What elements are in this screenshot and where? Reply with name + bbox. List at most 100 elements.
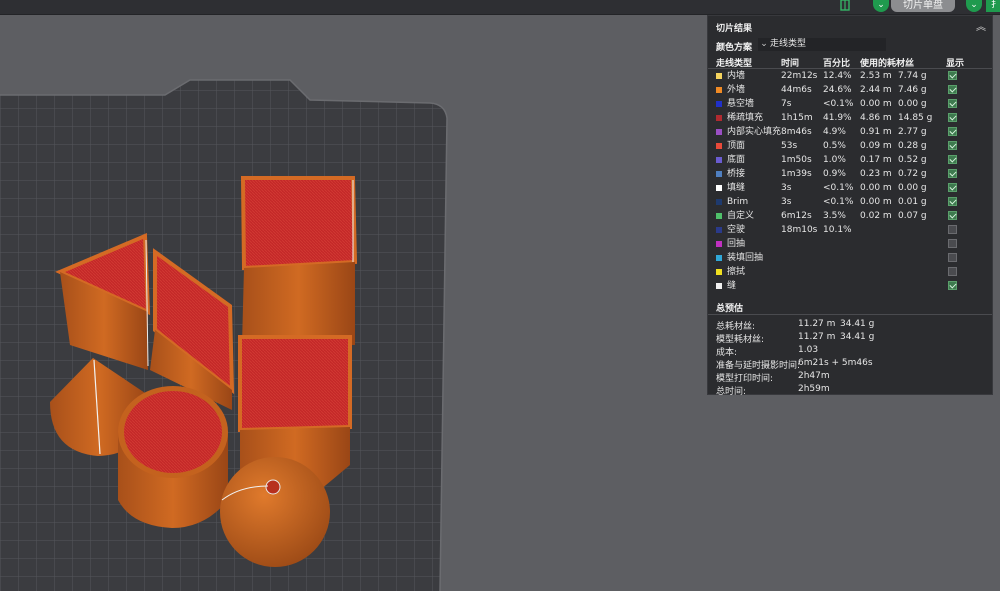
line-type-length: 0.23 m <box>860 169 892 179</box>
color-swatch <box>716 129 722 135</box>
line-type-weight: 14.85 g <box>898 113 933 123</box>
line-type-label: 悬空墙 <box>727 99 755 109</box>
line-type-label: 空驶 <box>727 225 746 235</box>
line-type-percent: 24.6% <box>823 85 852 95</box>
visibility-checkbox[interactable] <box>948 113 957 122</box>
line-type-percent: 0.9% <box>823 169 846 179</box>
color-swatch <box>716 255 722 261</box>
line-type-row: 空驶 18m10s 10.1% <box>708 224 992 238</box>
line-type-label: 外墙 <box>727 85 746 95</box>
line-type-time: 22m12s <box>781 71 818 81</box>
line-type-row: 缝 <box>708 280 992 294</box>
line-type-row: 装填回抽 <box>708 252 992 266</box>
color-swatch <box>716 199 722 205</box>
line-type-weight: 7.74 g <box>898 71 927 81</box>
header-divider <box>708 68 992 69</box>
color-swatch <box>716 241 722 247</box>
line-type-percent: 0.5% <box>823 141 846 151</box>
line-type-label: 自定义 <box>727 211 755 221</box>
chevron-down-icon: ⌄ <box>760 39 768 49</box>
color-swatch <box>716 213 722 219</box>
visibility-checkbox[interactable] <box>948 169 957 178</box>
line-type-percent: 41.9% <box>823 113 852 123</box>
line-type-row: Brim 3s <0.1% 0.00 m 0.01 g <box>708 196 992 210</box>
line-type-time: 44m6s <box>781 85 812 95</box>
layers-icon[interactable] <box>838 0 852 12</box>
visibility-checkbox[interactable] <box>948 253 957 262</box>
line-type-row: 回抽 <box>708 238 992 252</box>
line-type-weight: 2.77 g <box>898 127 927 137</box>
color-swatch <box>716 115 722 121</box>
line-type-percent: <0.1% <box>823 99 854 109</box>
summary-value: 6m21s + 5m46s <box>798 358 873 368</box>
visibility-checkbox[interactable] <box>948 197 957 206</box>
model-cylinder <box>118 386 228 528</box>
line-type-row: 内墙 22m12s 12.4% 2.53 m 7.74 g <box>708 70 992 84</box>
line-type-row: 稀疏填充 1h15m 41.9% 4.86 m 14.85 g <box>708 112 992 126</box>
chevron-down-icon-2[interactable]: ⌄ <box>966 0 982 12</box>
line-type-length: 0.02 m <box>860 211 892 221</box>
line-type-weight: 0.01 g <box>898 197 927 207</box>
line-type-label: Brim <box>727 197 749 207</box>
visibility-checkbox[interactable] <box>948 239 957 248</box>
color-swatch <box>716 73 722 79</box>
line-type-label: 内部实心填充 <box>727 127 782 137</box>
line-type-weight: 7.46 g <box>898 85 927 95</box>
line-type-row: 外墙 44m6s 24.6% 2.44 m 7.46 g <box>708 84 992 98</box>
visibility-checkbox[interactable] <box>948 267 957 276</box>
color-swatch <box>716 171 722 177</box>
model-cube-back <box>240 176 358 345</box>
line-type-length: 0.91 m <box>860 127 892 137</box>
color-scheme-select[interactable]: ⌄ 走线类型 <box>758 38 886 51</box>
summary-row: 总耗材丝: 11.27 m 34.41 g <box>716 319 986 332</box>
summary-value: 2h47m <box>798 371 830 381</box>
summary-label: 准备与延时摄影时间: <box>716 361 801 371</box>
line-type-percent: 12.4% <box>823 71 852 81</box>
color-swatch <box>716 157 722 163</box>
visibility-checkbox[interactable] <box>948 211 957 220</box>
line-type-label: 内墙 <box>727 71 746 81</box>
color-swatch <box>716 283 722 289</box>
slice-plate-button[interactable]: 切片单盘 <box>891 0 955 12</box>
line-type-time: 18m10s <box>781 225 818 235</box>
line-type-time: 3s <box>781 183 792 193</box>
summary-value: 11.27 m <box>798 319 836 329</box>
summary-row: 总时间: 2h59m <box>716 384 986 397</box>
color-swatch <box>716 87 722 93</box>
line-type-label: 回抽 <box>727 239 746 249</box>
visibility-checkbox[interactable] <box>948 155 957 164</box>
visibility-checkbox[interactable] <box>948 127 957 136</box>
visibility-checkbox[interactable] <box>948 225 957 234</box>
color-swatch <box>716 101 722 107</box>
line-type-time: 7s <box>781 99 792 109</box>
line-type-percent: 10.1% <box>823 225 852 235</box>
line-type-row: 擦拭 <box>708 266 992 280</box>
summary-label: 总时间: <box>716 387 747 397</box>
line-type-percent: 1.0% <box>823 155 846 165</box>
collapse-icon[interactable]: ︽ <box>976 18 986 33</box>
summary-value-2: 34.41 g <box>840 319 875 329</box>
print-button[interactable]: 扌 <box>986 0 1000 12</box>
model-sphere <box>220 457 330 567</box>
line-type-length: 2.44 m <box>860 85 892 95</box>
summary-row: 模型耗材丝: 11.27 m 34.41 g <box>716 332 986 345</box>
summary-value: 1.03 <box>798 345 819 355</box>
line-type-percent: <0.1% <box>823 183 854 193</box>
visibility-checkbox[interactable] <box>948 85 957 94</box>
line-type-time: 3s <box>781 197 792 207</box>
summary-row: 模型打印时间: 2h47m <box>716 371 986 384</box>
visibility-checkbox[interactable] <box>948 71 957 80</box>
visibility-checkbox[interactable] <box>948 281 957 290</box>
line-type-weight: 0.07 g <box>898 211 927 221</box>
line-type-weight: 0.52 g <box>898 155 927 165</box>
summary-label: 模型耗材丝: <box>716 335 765 345</box>
visibility-checkbox[interactable] <box>948 99 957 108</box>
color-scheme-label: 颜色方案 <box>716 43 753 53</box>
visibility-checkbox[interactable] <box>948 141 957 150</box>
line-type-label: 填缝 <box>727 183 746 193</box>
color-swatch <box>716 227 722 233</box>
visibility-checkbox[interactable] <box>948 183 957 192</box>
chevron-down-icon[interactable]: ⌄ <box>873 0 889 12</box>
line-type-row: 桥接 1m39s 0.9% 0.23 m 0.72 g <box>708 168 992 182</box>
color-swatch <box>716 185 722 191</box>
